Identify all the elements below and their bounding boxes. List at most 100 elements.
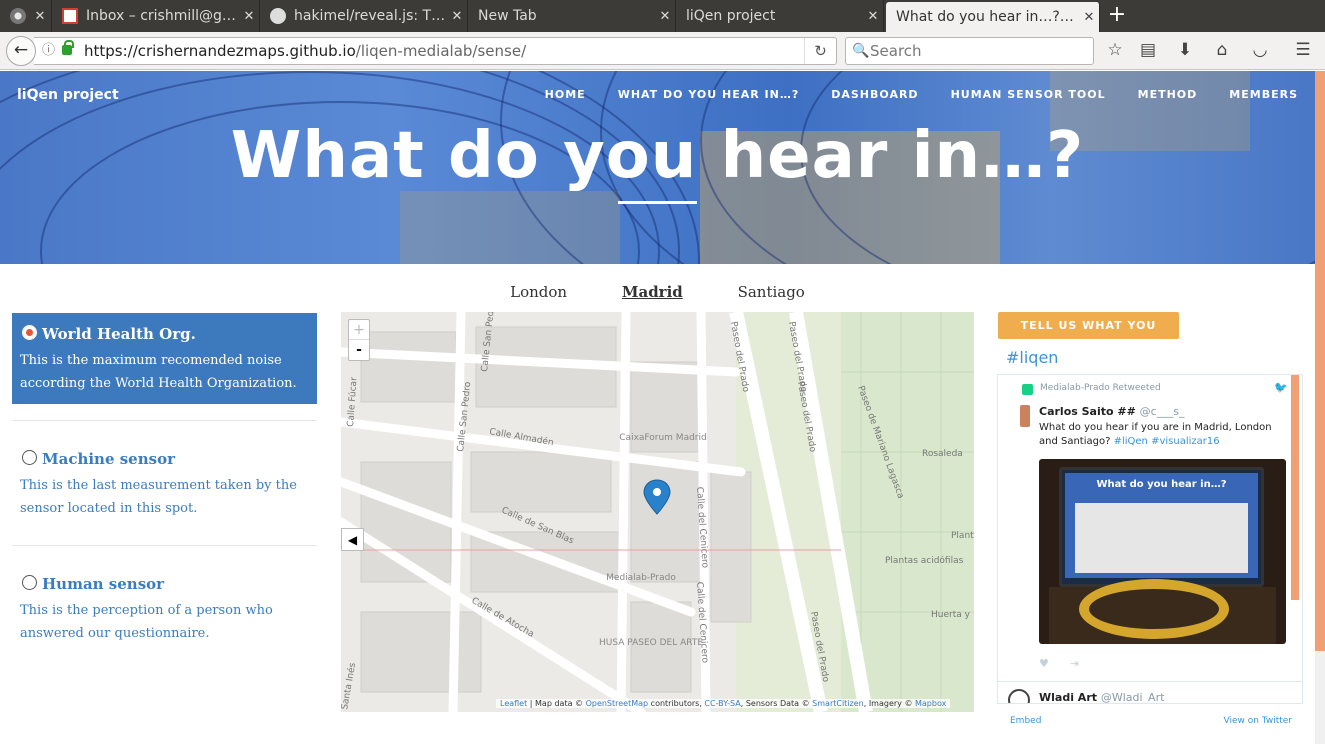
option-description: This is the last measurement taken by th…	[20, 478, 297, 516]
info-icon[interactable]: ⓘ	[42, 38, 55, 64]
hamburger-menu-icon[interactable]: ☰	[1292, 39, 1314, 61]
share-icon[interactable]: ⇥	[1070, 657, 1079, 670]
tab-github[interactable]: hakimel/reveal.js: T… ✕	[260, 0, 468, 32]
site-menu: HOME WHAT DO YOU HEAR IN…? DASHBOARD HUM…	[545, 88, 1298, 101]
hashtag-link[interactable]: #visualizar16	[1151, 436, 1220, 447]
author-name: Carlos Saito ##	[1039, 405, 1136, 418]
tweet-photo[interactable]: What do you hear in…?	[1039, 459, 1286, 644]
search-input[interactable]: 🔍 Search	[845, 37, 1094, 65]
bookmark-star-icon[interactable]: ☆	[1104, 39, 1126, 61]
tweet-author[interactable]: Carlos Saito ## @c___s_	[1039, 405, 1184, 418]
avatar[interactable]	[1008, 689, 1030, 703]
embed-link[interactable]: Embed	[1010, 716, 1041, 726]
tell-us-button[interactable]: TELL US WHAT YOU THINK	[998, 312, 1179, 359]
menu-item-home[interactable]: HOME	[545, 88, 586, 101]
city-tab-london[interactable]: London	[510, 283, 567, 301]
smartcitizen-link[interactable]: SmartCitizen	[812, 699, 864, 708]
radio-button[interactable]	[22, 575, 37, 590]
close-icon[interactable]: ✕	[30, 9, 50, 24]
site-brand[interactable]: liQen project	[17, 87, 119, 103]
menu-item-method[interactable]: METHOD	[1138, 88, 1198, 101]
tab-inbox[interactable]: Inbox – crishmill@g… ✕	[52, 0, 260, 32]
new-tab-button[interactable]: +	[1104, 4, 1130, 28]
map-place-label: Plantas acidófilas	[885, 555, 964, 566]
mapbox-link[interactable]: Mapbox	[915, 699, 946, 708]
option-world-health-org[interactable]: World Health Org. This is the maximum re…	[12, 313, 317, 404]
close-icon[interactable]: ✕	[863, 9, 883, 24]
lock-icon	[62, 40, 74, 55]
zoom-out-button[interactable]: -	[349, 340, 369, 360]
close-icon[interactable]: ✕	[1079, 10, 1099, 25]
reload-icon[interactable]: ↻	[804, 38, 836, 64]
tweet-text: What do you hear if you are in Madrid, L…	[1039, 421, 1279, 449]
osm-link[interactable]: OpenStreetMap	[586, 699, 649, 708]
tab-label: What do you hear in…?…	[896, 9, 1074, 25]
twitter-hashtag[interactable]: #liqen	[1006, 348, 1058, 367]
github-icon	[270, 8, 286, 24]
page-scrollbar[interactable]	[1315, 71, 1325, 744]
option-title: World Health Org.	[42, 325, 196, 343]
tweet-author[interactable]: Wladi Art @Wladi_Art	[1039, 691, 1165, 704]
browser-tab-strip: ✕ Inbox – crishmill@g… ✕ hakimel/reveal.…	[0, 0, 1325, 32]
like-icon[interactable]: ♥	[1039, 657, 1049, 670]
city-tab-madrid[interactable]: Madrid	[622, 283, 683, 301]
close-icon[interactable]: ✕	[655, 9, 675, 24]
radio-button[interactable]	[22, 450, 37, 465]
tab-new[interactable]: New Tab ✕	[468, 0, 676, 32]
map-zoom-control: + -	[348, 319, 370, 361]
zoom-in-button[interactable]: +	[349, 320, 369, 340]
close-icon[interactable]: ✕	[239, 9, 259, 24]
tab-firefox[interactable]: ✕	[0, 0, 52, 32]
scrollbar-thumb[interactable]	[1315, 71, 1325, 651]
map[interactable]: Calle San Pedro Calle San Pedro Calle Fú…	[341, 312, 974, 712]
leaflet-link[interactable]: Leaflet	[500, 699, 527, 708]
tweet-divider	[998, 681, 1302, 682]
menu-item-human-sensor-tool[interactable]: HUMAN SENSOR TOOL	[951, 88, 1106, 101]
license-link[interactable]: CC-BY-SA	[704, 699, 740, 708]
avatar[interactable]	[1020, 405, 1030, 427]
attribution-text: , Imagery ©	[863, 699, 915, 708]
home-icon[interactable]: ⌂	[1211, 39, 1233, 61]
radio-button[interactable]	[22, 325, 37, 340]
speaker-icon[interactable]: ◀	[341, 528, 364, 551]
option-description: This is the perception of a person who a…	[20, 603, 273, 641]
hashtag-link[interactable]: #liQen	[1114, 436, 1148, 447]
twitter-bird-icon[interactable]: 🐦	[1274, 381, 1288, 394]
tab-label: hakimel/reveal.js: T…	[294, 8, 446, 24]
tab-label: Inbox – crishmill@g…	[86, 8, 236, 24]
map-place-label: Medialab-Prado	[606, 573, 676, 583]
twitter-timeline[interactable]: Medialab-Prado Retweeted 🐦 Carlos Saito …	[997, 374, 1303, 704]
option-human-sensor[interactable]: Human sensor This is the perception of a…	[12, 563, 317, 653]
tab-liqen[interactable]: liQen project ✕	[676, 0, 884, 32]
url-path: /liqen-medialab/sense/	[355, 42, 527, 60]
menu-item-dashboard[interactable]: DASHBOARD	[831, 88, 918, 101]
url-text: https://crishernandezmaps.github.io/liqe…	[84, 38, 526, 64]
download-icon[interactable]: ⬇	[1174, 39, 1196, 61]
search-icon: 🔍	[852, 43, 870, 59]
title-underline	[618, 201, 697, 204]
hero-title: What do you hear in…?	[230, 119, 1085, 193]
author-name: Wladi Art	[1039, 691, 1097, 704]
tab-what-do-you-hear[interactable]: What do you hear in…?… ✕	[886, 2, 1100, 32]
close-icon[interactable]: ✕	[447, 9, 467, 24]
back-button[interactable]: ←	[6, 36, 36, 66]
option-machine-sensor[interactable]: Machine sensor This is the last measurem…	[12, 438, 317, 528]
option-title: Machine sensor	[42, 450, 175, 468]
map-tiles: Calle San Pedro Calle San Pedro Calle Fú…	[341, 312, 974, 712]
map-place-label: CaixaForum Madrid	[619, 433, 706, 443]
menu-item-members[interactable]: MEMBERS	[1229, 88, 1298, 101]
author-handle: @Wladi_Art	[1100, 691, 1165, 704]
tweet-actions: ♥ ⇥	[1039, 657, 1079, 670]
reading-list-icon[interactable]: ▤	[1137, 39, 1159, 61]
divider	[12, 545, 317, 546]
city-tab-santiago[interactable]: Santiago	[738, 283, 805, 301]
map-place-label: Huerta y	[931, 610, 971, 620]
view-on-twitter-link[interactable]: View on Twitter	[1224, 716, 1292, 726]
timeline-scrollbar[interactable]	[1291, 375, 1299, 600]
menu-item-what-do-you-hear[interactable]: WHAT DO YOU HEAR IN…?	[618, 88, 800, 101]
url-bar[interactable]: ⓘ https://crishernandezmaps.github.io/li…	[34, 37, 837, 65]
map-place-label: Plant	[951, 531, 974, 541]
retweeted-by[interactable]: Medialab-Prado Retweeted	[1040, 383, 1161, 393]
map-place-label: Rosaleda	[922, 449, 963, 459]
pocket-icon[interactable]: ◡	[1249, 39, 1271, 61]
